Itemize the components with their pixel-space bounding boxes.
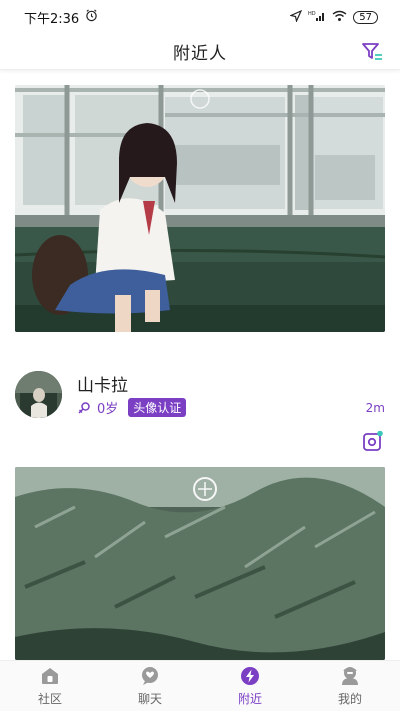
page-title: 附近人 — [173, 44, 227, 64]
tab-profile[interactable]: 我的 — [300, 661, 400, 711]
user-card[interactable]: 山卡拉 0岁 头像认证 2m — [15, 371, 385, 421]
camera-edit-icon — [363, 430, 383, 451]
svg-text:HD: HD — [308, 11, 316, 17]
tab-label: 聊天 — [137, 692, 162, 706]
alarm-icon — [85, 9, 98, 26]
avatar[interactable] — [15, 371, 62, 418]
battery-indicator: 57 — [353, 10, 378, 24]
tab-nearby[interactable]: 附近 — [200, 661, 300, 711]
profile-icon — [342, 667, 358, 685]
tab-label: 我的 — [337, 692, 362, 706]
signal-icon: HD — [308, 10, 326, 25]
user-distance: 2m — [365, 401, 385, 415]
post-photo[interactable] — [15, 85, 385, 332]
status-right: HD 57 — [289, 9, 378, 25]
tab-community[interactable]: 社区 — [0, 661, 100, 711]
tab-label: 附近 — [237, 692, 262, 706]
post-photo-image — [15, 467, 385, 660]
bottom-tab-bar: 社区 聊天 附近 我的 — [0, 660, 400, 711]
tab-chat[interactable]: 聊天 — [100, 661, 200, 711]
filter-icon — [362, 43, 382, 60]
wifi-icon — [332, 10, 347, 25]
nearby-icon — [241, 667, 259, 685]
status-left: 下午2:36 — [24, 8, 98, 27]
status-time: 下午2:36 — [24, 11, 80, 27]
nearby-feed[interactable]: 山卡拉 0岁 头像认证 2m — [0, 71, 400, 660]
avatar-verified-badge: 头像认证 — [128, 398, 187, 417]
tab-label: 社区 — [37, 692, 62, 706]
community-icon — [42, 668, 58, 684]
post-photo[interactable] — [15, 467, 385, 660]
user-age: 0岁 — [97, 402, 119, 417]
location-icon — [289, 9, 303, 25]
post-photo-image — [15, 85, 385, 332]
post-action-button[interactable] — [361, 429, 385, 453]
user-meta: 0岁 头像认证 — [77, 398, 187, 417]
nav-bar: 附近人 — [0, 34, 400, 70]
gender-female-icon — [77, 401, 91, 415]
chat-icon — [142, 667, 158, 685]
status-bar: 下午2:36 HD 57 — [0, 0, 400, 34]
filter-button[interactable] — [358, 38, 386, 66]
username[interactable]: 山卡拉 — [77, 371, 128, 396]
